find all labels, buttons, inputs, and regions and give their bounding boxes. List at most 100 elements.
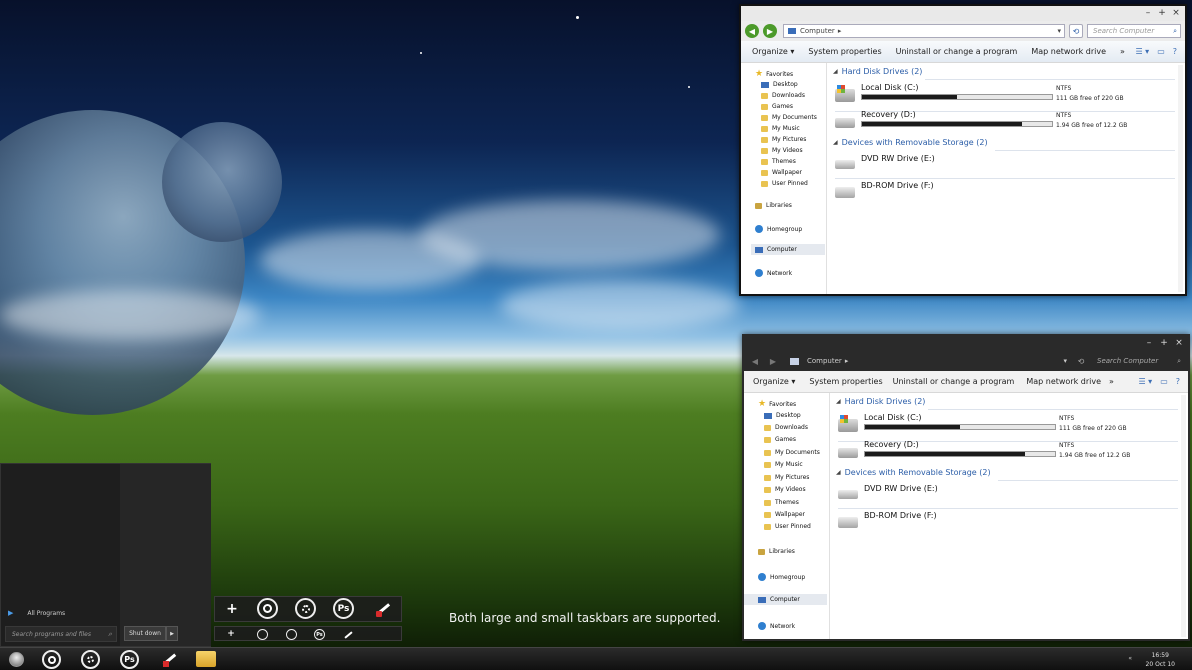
nav-item-desktop[interactable]: Desktop bbox=[761, 81, 798, 88]
uninstall-program-button[interactable]: Uninstall or change a program bbox=[893, 377, 1015, 386]
all-programs-button[interactable]: ▶ All Programs bbox=[8, 609, 65, 617]
scrollbar[interactable] bbox=[1181, 395, 1186, 637]
nav-favorites[interactable]: ★ Favorites bbox=[758, 399, 796, 409]
maximize-button[interactable]: + bbox=[1157, 338, 1171, 348]
map-network-drive-button[interactable]: Map network drive bbox=[1026, 377, 1101, 386]
group-hard-disks[interactable]: ◢ Hard Disk Drives (2) bbox=[836, 397, 925, 406]
search-input[interactable]: Search Computer ⌕ bbox=[1092, 354, 1184, 368]
search-input[interactable]: Search Computer ⌕ bbox=[1087, 24, 1181, 38]
folder-icon[interactable] bbox=[196, 651, 216, 667]
collapse-icon[interactable]: ◢ bbox=[836, 469, 841, 476]
nav-item-my-pictures[interactable]: My Pictures bbox=[761, 136, 806, 143]
preview-pane-icon[interactable]: ▭ bbox=[1157, 47, 1165, 56]
browser-icon[interactable] bbox=[257, 598, 278, 619]
organize-button[interactable]: Organize ▾ bbox=[753, 377, 795, 386]
back-button[interactable]: ◀ bbox=[748, 354, 762, 368]
map-network-drive-button[interactable]: Map network drive bbox=[1031, 47, 1106, 56]
title-bar[interactable]: – + × bbox=[741, 6, 1185, 21]
chrome-icon[interactable] bbox=[295, 598, 316, 619]
nav-homegroup[interactable]: Homegroup bbox=[755, 225, 802, 233]
nav-computer[interactable]: Computer bbox=[744, 594, 827, 605]
drive-c[interactable]: Local Disk (C:) NTFS 111 GB free of 220 … bbox=[835, 83, 1177, 109]
nav-item-themes[interactable]: Themes bbox=[761, 158, 796, 165]
nav-libraries[interactable]: Libraries bbox=[755, 202, 792, 209]
nav-homegroup[interactable]: Homegroup bbox=[758, 573, 805, 581]
paint-icon[interactable] bbox=[343, 629, 354, 640]
group-removable[interactable]: ◢ Devices with Removable Storage (2) bbox=[833, 138, 988, 147]
clock[interactable]: 16:59 20 Oct 10 bbox=[1146, 651, 1175, 669]
drive-c[interactable]: Local Disk (C:) NTFS 111 GB free of 220 … bbox=[838, 413, 1180, 439]
nav-item-desktop[interactable]: Desktop bbox=[764, 412, 801, 419]
tray-overflow-icon[interactable]: « bbox=[1128, 655, 1132, 662]
nav-libraries[interactable]: Libraries bbox=[758, 548, 795, 555]
plus-icon[interactable]: + bbox=[224, 601, 240, 617]
nav-item-my-music[interactable]: My Music bbox=[764, 461, 803, 468]
nav-network[interactable]: Network bbox=[758, 622, 795, 630]
browser-icon[interactable] bbox=[257, 629, 268, 640]
drive-e[interactable]: DVD RW Drive (E:) bbox=[838, 484, 1180, 510]
nav-item-wallpaper[interactable]: Wallpaper bbox=[761, 169, 802, 176]
more-commands-button[interactable]: » bbox=[1120, 47, 1125, 56]
photoshop-icon[interactable]: Ps bbox=[120, 650, 139, 669]
uninstall-program-button[interactable]: Uninstall or change a program bbox=[896, 47, 1018, 56]
refresh-button[interactable]: ⟲ bbox=[1074, 354, 1088, 368]
shutdown-options-button[interactable]: ▶ bbox=[166, 626, 178, 641]
address-bar[interactable]: Computer ▸ ▾ bbox=[783, 24, 1065, 38]
start-button[interactable] bbox=[9, 652, 24, 667]
organize-button[interactable]: Organize ▾ bbox=[752, 47, 794, 56]
chrome-icon[interactable] bbox=[286, 629, 297, 640]
help-icon[interactable]: ? bbox=[1173, 47, 1177, 56]
back-button[interactable]: ◀ bbox=[745, 24, 759, 38]
nav-item-downloads[interactable]: Downloads bbox=[761, 92, 805, 99]
nav-item-themes[interactable]: Themes bbox=[764, 499, 799, 506]
help-icon[interactable]: ? bbox=[1176, 377, 1180, 386]
nav-item-my-videos[interactable]: My Videos bbox=[764, 486, 806, 493]
refresh-button[interactable]: ⟲ bbox=[1069, 24, 1083, 38]
forward-button[interactable]: ▶ bbox=[766, 354, 780, 368]
drive-f[interactable]: BD-ROM Drive (F:) bbox=[838, 511, 1180, 537]
nav-item-my-documents[interactable]: My Documents bbox=[764, 449, 820, 456]
view-options-icon[interactable]: ☰ ▾ bbox=[1135, 47, 1149, 56]
scrollbar[interactable] bbox=[1178, 65, 1183, 292]
start-search-input[interactable]: Search programs and files ⌕ bbox=[5, 626, 117, 642]
system-properties-button[interactable]: System properties bbox=[808, 47, 881, 56]
nav-item-user-pinned[interactable]: User Pinned bbox=[764, 523, 811, 530]
photoshop-icon[interactable]: Ps bbox=[333, 598, 354, 619]
address-bar[interactable]: Computer ▸ ▾ bbox=[786, 354, 1070, 368]
forward-button[interactable]: ▶ bbox=[763, 24, 777, 38]
group-removable[interactable]: ◢ Devices with Removable Storage (2) bbox=[836, 468, 991, 477]
preview-pane-icon[interactable]: ▭ bbox=[1160, 377, 1168, 386]
minimize-button[interactable]: – bbox=[1141, 8, 1155, 18]
photoshop-icon[interactable]: Ps bbox=[314, 629, 325, 640]
minimize-button[interactable]: – bbox=[1142, 338, 1156, 348]
nav-item-my-videos[interactable]: My Videos bbox=[761, 147, 803, 154]
collapse-icon[interactable]: ◢ bbox=[833, 139, 838, 146]
chrome-icon[interactable] bbox=[81, 650, 100, 669]
paint-icon[interactable] bbox=[160, 650, 179, 669]
chevron-down-icon[interactable]: ▾ bbox=[1063, 357, 1067, 365]
nav-network[interactable]: Network bbox=[755, 269, 792, 277]
drive-d[interactable]: Recovery (D:) NTFS 1.94 GB free of 12.2 … bbox=[838, 440, 1180, 466]
drive-f[interactable]: BD-ROM Drive (F:) bbox=[835, 181, 1177, 207]
collapse-icon[interactable]: ◢ bbox=[836, 398, 841, 405]
shutdown-button[interactable]: Shut down bbox=[124, 626, 166, 641]
drive-e[interactable]: DVD RW Drive (E:) bbox=[835, 154, 1177, 180]
close-button[interactable]: × bbox=[1172, 338, 1186, 348]
drive-d[interactable]: Recovery (D:) NTFS 1.94 GB free of 12.2 … bbox=[835, 110, 1177, 136]
collapse-icon[interactable]: ◢ bbox=[833, 68, 838, 75]
nav-computer[interactable]: Computer bbox=[751, 244, 825, 255]
close-button[interactable]: × bbox=[1169, 8, 1183, 18]
view-options-icon[interactable]: ☰ ▾ bbox=[1138, 377, 1152, 386]
more-commands-button[interactable]: » bbox=[1109, 377, 1114, 386]
nav-item-games[interactable]: Games bbox=[761, 103, 793, 110]
nav-item-my-documents[interactable]: My Documents bbox=[761, 114, 817, 121]
nav-item-my-music[interactable]: My Music bbox=[761, 125, 800, 132]
nav-item-user-pinned[interactable]: User Pinned bbox=[761, 180, 808, 187]
group-hard-disks[interactable]: ◢ Hard Disk Drives (2) bbox=[833, 67, 922, 76]
title-bar[interactable]: – + × bbox=[744, 336, 1188, 351]
browser-icon[interactable] bbox=[42, 650, 61, 669]
plus-icon[interactable]: + bbox=[226, 628, 236, 640]
explorer-window-bottom[interactable]: – + × ◀ ▶ Computer ▸ ▾ ⟲ Search Computer… bbox=[742, 334, 1190, 641]
maximize-button[interactable]: + bbox=[1155, 8, 1169, 18]
nav-favorites[interactable]: ★ Favorites bbox=[755, 69, 793, 79]
